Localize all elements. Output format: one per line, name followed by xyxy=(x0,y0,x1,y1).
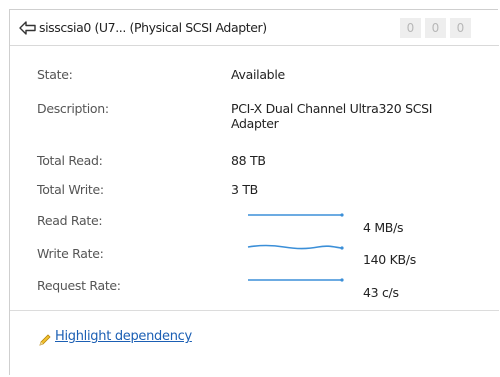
panel-header: sisscsia0 (U7... (Physical SCSI Adapter)… xyxy=(10,10,499,46)
write-rate-label: Write Rate: xyxy=(37,246,104,261)
total-read-value: 88 TB xyxy=(231,153,266,168)
highlight-dependency-link[interactable]: Highlight dependency xyxy=(55,329,192,344)
request-rate-value: 43 c/s xyxy=(363,285,399,300)
back-arrow-icon[interactable] xyxy=(19,20,37,36)
read-rate-value: 4 MB/s xyxy=(363,220,404,235)
pencil-highlight-icon xyxy=(39,334,51,346)
total-write-value: 3 TB xyxy=(231,182,258,197)
read-rate-sparkline xyxy=(248,213,344,217)
description-value: PCI-X Dual Channel Ultra320 SCSI Adapter xyxy=(231,101,433,131)
divider xyxy=(10,310,499,311)
state-value: Available xyxy=(231,67,285,82)
request-rate-label: Request Rate: xyxy=(37,278,121,293)
status-badge: 0 xyxy=(400,18,421,38)
write-rate-value: 140 KB/s xyxy=(363,252,416,267)
description-label: Description: xyxy=(37,101,109,116)
state-label: State: xyxy=(37,67,73,82)
total-write-label: Total Write: xyxy=(37,182,104,197)
adapter-title: sisscsia0 (U7... (Physical SCSI Adapter) xyxy=(39,20,267,35)
status-badge: 0 xyxy=(425,18,446,38)
read-rate-label: Read Rate: xyxy=(37,213,103,228)
status-badge: 0 xyxy=(450,18,471,38)
total-read-label: Total Read: xyxy=(37,153,103,168)
write-rate-sparkline xyxy=(247,244,344,250)
request-rate-sparkline xyxy=(248,278,344,282)
details-panel: sisscsia0 (U7... (Physical SCSI Adapter)… xyxy=(9,9,499,375)
